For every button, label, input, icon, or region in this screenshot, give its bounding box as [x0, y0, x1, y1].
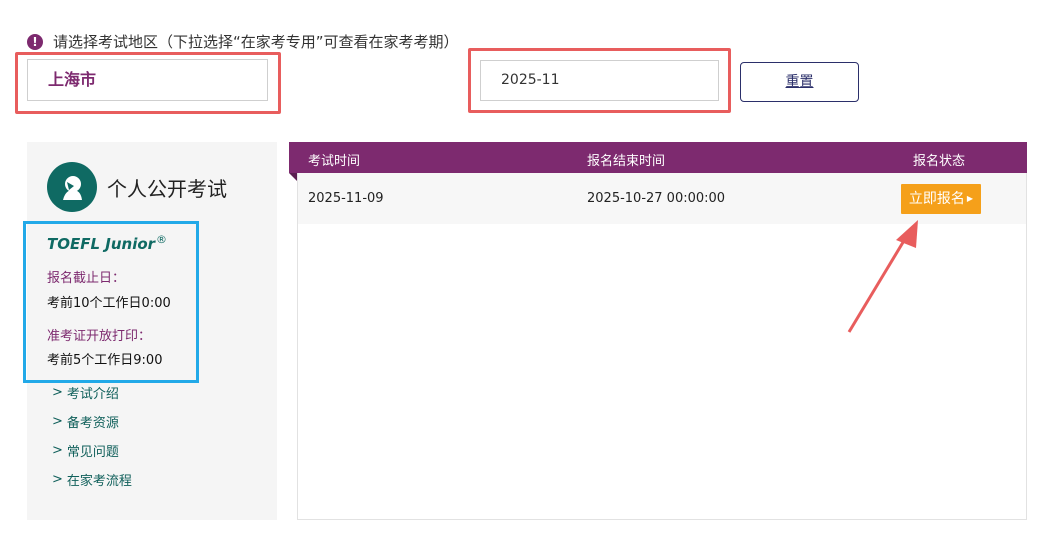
person-profile-logo-icon [47, 162, 97, 212]
sidebar-link-faq[interactable]: > 常见问题 [52, 441, 119, 460]
deadline-label: 报名截止日： [47, 271, 126, 286]
header-exam-date: 考试时间 [308, 154, 361, 169]
header-notch [289, 173, 297, 181]
annotation-arrow-icon [847, 220, 918, 333]
chevron-right-icon: > [52, 414, 63, 429]
reset-button[interactable]: 重置 [740, 62, 859, 102]
period-select[interactable]: 2025-11 [480, 60, 719, 101]
registered-mark: ® [156, 233, 168, 246]
region-notice-text: 请选择考试地区（下拉选择“在家考专用”可查看在家考考期） [53, 33, 459, 51]
header-end-time: 报名结束时间 [587, 154, 666, 169]
admission-value: 考前5个工作日9:00 [47, 353, 163, 368]
chevron-right-icon: > [52, 472, 63, 487]
region-notice: ! 请选择考试地区（下拉选择“在家考专用”可查看在家考考期） [27, 31, 459, 52]
deadline-value: 考前10个工作日0:00 [47, 296, 171, 311]
register-now-button[interactable]: 立即报名 ▶ [901, 184, 981, 214]
chevron-right-icon: > [52, 385, 63, 400]
table-header: 考试时间 报名结束时间 报名状态 [289, 142, 1027, 173]
exclamation-circle-icon: ! [27, 33, 43, 50]
chevron-right-icon: > [52, 443, 63, 458]
sidebar-link-prep-resources[interactable]: > 备考资源 [52, 412, 119, 431]
caret-right-icon: ▶ [966, 194, 974, 203]
sidebar-link-home-exam-process[interactable]: > 在家考流程 [52, 470, 132, 489]
admission-label: 准考证开放打印： [47, 329, 152, 344]
cell-end-time: 2025-10-27 00:00:00 [587, 191, 726, 206]
cell-exam-date: 2025-11-09 [308, 191, 384, 206]
program-name: TOEFL Junior® [47, 233, 168, 253]
sidebar-title: 个人公开考试 [107, 177, 227, 201]
region-select[interactable]: 上海市 [27, 59, 268, 101]
header-status: 报名状态 [913, 154, 966, 169]
sidebar-link-exam-intro[interactable]: > 考试介绍 [52, 383, 119, 402]
